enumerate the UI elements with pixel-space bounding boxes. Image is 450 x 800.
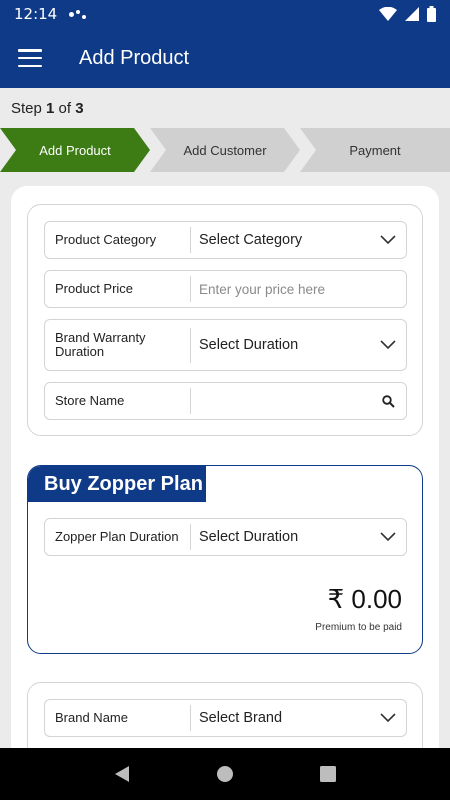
notification-dots-icon [69, 9, 87, 19]
step-payment[interactable]: Payment [300, 128, 450, 172]
product-details-card: Product Category Select Category Product… [27, 204, 423, 436]
home-icon[interactable] [216, 765, 234, 783]
chevron-down-icon [370, 235, 406, 245]
status-bar: 12:14 [0, 0, 450, 28]
product-price-input[interactable]: Enter your price here [191, 282, 406, 297]
step-prefix: Step [11, 100, 47, 117]
step-add-customer[interactable]: Add Customer [150, 128, 300, 172]
brand-name-label: Brand Name [55, 710, 128, 725]
zopper-plan-card: Buy Zopper Plan Zopper Plan Duration Sel… [27, 465, 423, 654]
menu-icon[interactable] [18, 49, 42, 67]
step-total: 3 [75, 100, 84, 117]
premium-amount: ₹ 0.00 [327, 584, 402, 614]
brand-warranty-value: Select Duration [199, 337, 299, 353]
brand-name-value: Select Brand [199, 710, 283, 726]
stepper: Step 1 of 3 Add Product Add Customer Pay… [0, 88, 450, 186]
app-bar: Add Product [0, 28, 450, 88]
zopper-plan-duration-value: Select Duration [199, 529, 299, 545]
brand-card: Brand Name Select Brand [27, 682, 423, 748]
step-of: of [54, 100, 76, 117]
store-name-label: Store Name [55, 393, 125, 408]
chevron-down-icon [370, 532, 406, 542]
zopper-plan-duration-label: Zopper Plan Duration [55, 529, 179, 544]
battery-icon [427, 6, 436, 22]
system-nav-bar [0, 748, 450, 800]
premium-caption: Premium to be paid [315, 622, 402, 633]
wifi-icon [379, 7, 397, 21]
page-title: Add Product [79, 46, 190, 69]
product-category-label: Product Category [55, 232, 157, 247]
chevron-down-icon [370, 340, 406, 350]
product-category-value: Select Category [199, 232, 303, 248]
zopper-plan-title: Buy Zopper Plan [28, 466, 206, 502]
step-indicator: Step 1 of 3 [11, 100, 84, 117]
brand-warranty-select[interactable]: Brand Warranty Duration Select Duration [44, 319, 407, 371]
step-add-product[interactable]: Add Product [0, 128, 150, 172]
search-icon[interactable] [370, 394, 406, 408]
status-time: 12:14 [14, 5, 58, 23]
brand-warranty-label: Brand Warranty Duration [55, 330, 146, 359]
product-price-field[interactable]: Product Price Enter your price here [44, 270, 407, 308]
chevron-down-icon [370, 713, 406, 723]
brand-name-select[interactable]: Brand Name Select Brand [44, 699, 407, 737]
product-category-select[interactable]: Product Category Select Category [44, 221, 407, 259]
signal-icon [405, 7, 419, 21]
store-name-field[interactable]: Store Name [44, 382, 407, 420]
form-container: Product Category Select Category Product… [11, 186, 439, 748]
product-price-label: Product Price [55, 281, 134, 296]
recents-icon[interactable] [319, 765, 337, 783]
back-icon[interactable] [113, 765, 131, 783]
zopper-plan-duration-select[interactable]: Zopper Plan Duration Select Duration [44, 518, 407, 556]
